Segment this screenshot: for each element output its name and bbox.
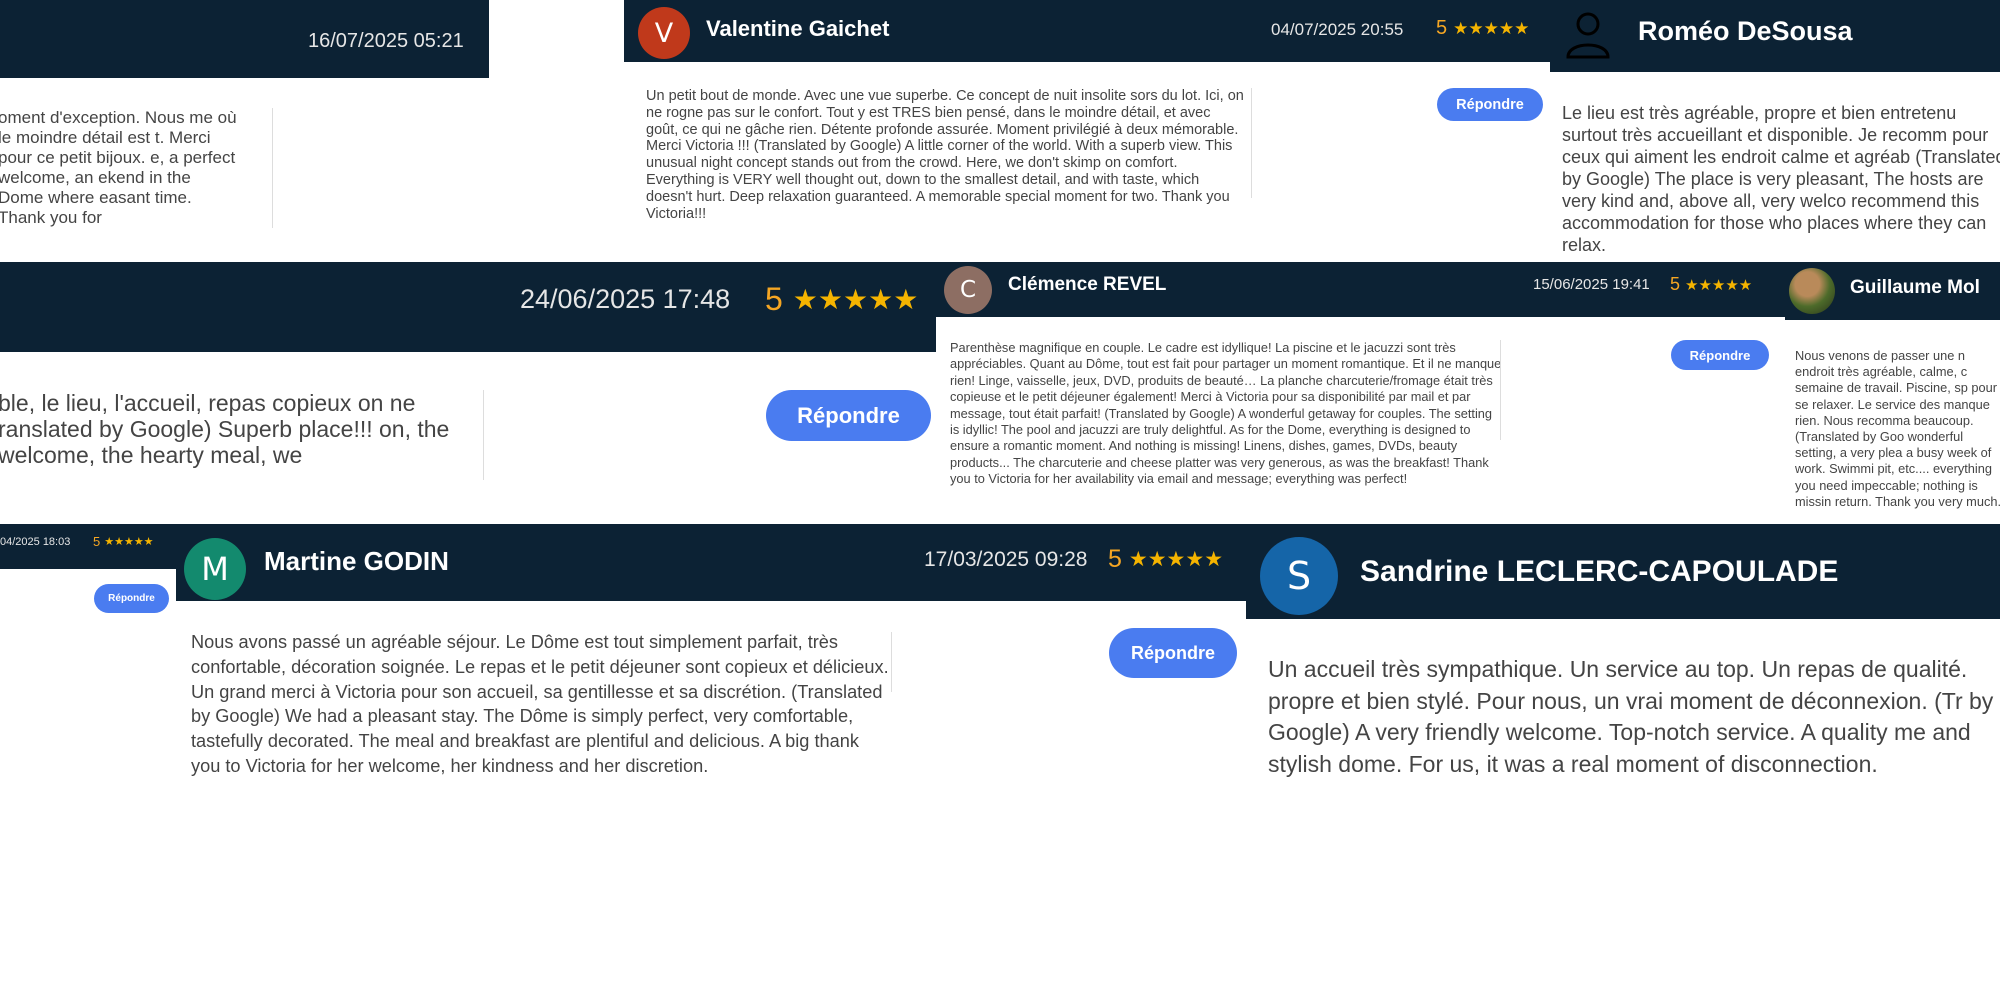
reviewer-name: Martine GODIN [264,546,449,576]
rating-number: 5 [93,534,101,549]
rating-number: 5 [1670,274,1681,294]
review-card: M Martine GODIN 17/03/2025 09:28 5 ★★★★★… [176,524,1246,1000]
review-date: 16/07/2025 05:21 [308,30,464,52]
star-icons: ★★★★★ [1128,548,1224,571]
avatar: M [184,538,246,600]
reviewer-name: Sandrine LECLERC-CAPOULADE [1360,555,1839,588]
divider [272,108,273,228]
rating-number: 5 [1436,17,1448,39]
review-card: 16/07/2025 05:21 5 ★★★★★ oment d'excepti… [0,0,489,262]
review-rating: 5 ★★★★★ [488,27,489,56]
review-rating: 5 ★★★★★ [1670,274,1752,295]
review-card: Roméo DeSousa Le lieu est très agréable,… [1550,0,2000,262]
user-icon [1562,9,1614,59]
review-text: Nous venons de passer une n endroit très… [1795,348,2000,509]
reply-button[interactable]: Répondre [1437,88,1543,121]
review-card: Guillaume Mol Nous venons de passer une … [1785,262,2000,524]
review-text: ble, le lieu, l'accueil, repas copieux o… [0,390,450,468]
rating-number: 5 [1108,545,1122,573]
star-icons: ★★★★★ [104,536,154,548]
reviewer-name: Roméo DeSousa [1638,16,1853,46]
review-card: C Clémence REVEL 15/06/2025 19:41 5 ★★★★… [936,262,1785,524]
review-text: Parenthèse magnifique en couple. Le cadr… [950,340,1502,487]
review-card: 24/06/2025 17:48 5 ★★★★★ ble, le lieu, l… [0,262,936,524]
review-date: 24/06/2025 17:48 [520,284,731,314]
review-card: S Sandrine LECLERC-CAPOULADE Un accueil … [1246,524,2000,1000]
divider [1500,340,1501,440]
avatar: V [638,7,690,59]
review-rating: 5 ★★★★★ [93,534,154,549]
divider [1251,88,1252,198]
review-rating: 5 ★★★★★ [765,281,918,318]
review-rating: 5 ★★★★★ [1108,545,1223,574]
reply-button[interactable]: Répondre [1109,628,1237,678]
avatar: S [1260,537,1338,615]
reply-button[interactable]: Répondre [1671,340,1769,370]
reply-button[interactable]: Répondre [94,584,169,613]
review-rating: 5 ★★★★★ [1436,17,1529,40]
divider [891,632,892,692]
avatar: C [944,266,992,314]
review-text: oment d'exception. Nous me où le moindre… [0,108,237,227]
divider [483,390,484,480]
review-text: Nous avons passé un agréable séjour. Le … [191,632,889,776]
review-text: Un accueil très sympathique. Un service … [1268,656,1994,777]
review-card: 04/2025 18:03 5 ★★★★★ Répondre [0,524,176,1000]
reviewer-name: Valentine Gaichet [706,16,890,41]
review-date: 17/03/2025 09:28 [924,548,1088,571]
review-text: Le lieu est très agréable, propre et bie… [1562,103,2000,255]
review-date: 04/2025 18:03 [0,536,71,548]
star-icons: ★★★★★ [1685,276,1753,294]
review-date: 04/07/2025 20:55 [1271,20,1404,39]
reviewer-name: Guillaume Mol [1850,277,1980,298]
star-icons: ★★★★★ [1453,18,1530,38]
star-icons: ★★★★★ [792,284,919,315]
review-card: V Valentine Gaichet 04/07/2025 20:55 5 ★… [624,0,1550,262]
reply-button[interactable]: Répondre [766,390,931,441]
rating-number: 5 [765,281,783,317]
reviewer-name: Clémence REVEL [1008,274,1167,295]
review-text: Un petit bout de monde. Avec une vue sup… [646,88,1244,222]
avatar-photo [1789,268,1835,314]
rating-number: 5 [488,27,489,56]
review-date: 15/06/2025 19:41 [1533,276,1650,293]
